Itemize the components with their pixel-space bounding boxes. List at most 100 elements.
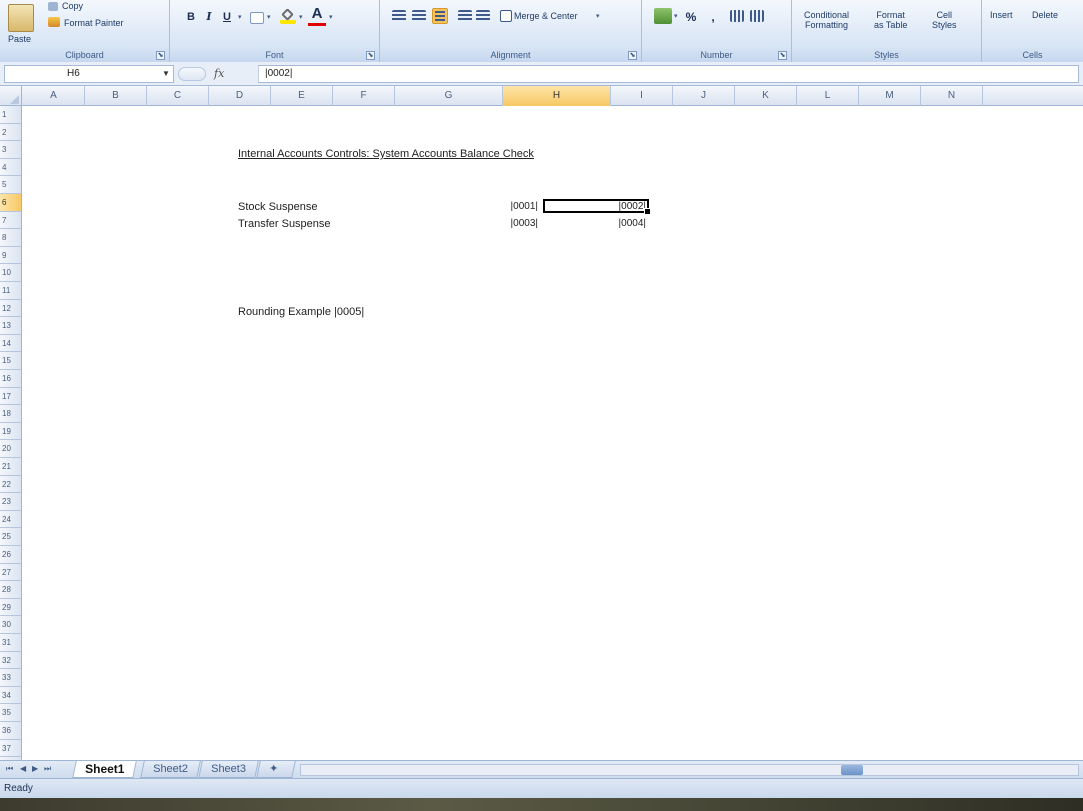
cell-c3-title[interactable]: Internal Accounts Controls: System Accou… [238,148,534,160]
row-header-24[interactable]: 24 [0,511,21,529]
formula-input[interactable]: |0002| [258,65,1079,83]
row-header-29[interactable]: 29 [0,599,21,617]
row-header-2[interactable]: 2 [0,124,21,142]
column-header-g[interactable]: G [395,86,503,106]
insert-sheet-button[interactable]: ✦ [256,761,296,778]
tab-sheet3[interactable]: Sheet3 [198,761,259,778]
row-header-19[interactable]: 19 [0,423,21,441]
font-launcher-icon[interactable]: ⬊ [366,51,375,60]
row-header-1[interactable]: 1 [0,106,21,124]
align-right-icon[interactable] [432,8,448,24]
row-header-20[interactable]: 20 [0,440,21,458]
row-header-8[interactable]: 8 [0,229,21,247]
column-header-i[interactable]: I [611,86,673,106]
column-header-j[interactable]: J [673,86,735,106]
prev-sheet-icon[interactable]: ◀ [20,764,26,773]
row-header-35[interactable]: 35 [0,704,21,722]
cell-h7[interactable]: |0004| [582,218,646,230]
row-header-7[interactable]: 7 [0,212,21,230]
column-header-f[interactable]: F [333,86,395,106]
row-header-26[interactable]: 26 [0,546,21,564]
horizontal-scroll-thumb[interactable] [841,765,863,775]
alignment-launcher-icon[interactable]: ⬊ [628,51,637,60]
row-header-12[interactable]: 12 [0,300,21,318]
active-cell-selection[interactable] [543,199,651,215]
column-header-b[interactable]: B [85,86,147,106]
tab-sheet1[interactable]: Sheet1 [72,761,138,778]
font-color-button[interactable]: A [308,6,326,26]
horizontal-scrollbar[interactable] [300,764,1079,776]
merge-dropdown-icon[interactable]: ▾ [596,12,600,20]
decrease-indent-icon[interactable] [458,10,472,22]
conditional-formatting-button[interactable]: Conditional Formatting [804,10,849,30]
cell-g7[interactable]: |0003| [476,218,538,230]
row-header-23[interactable]: 23 [0,493,21,511]
last-sheet-icon[interactable]: ⏭ [44,764,51,774]
row-header-36[interactable]: 36 [0,722,21,740]
column-header-a[interactable]: A [23,86,85,106]
row-header-30[interactable]: 30 [0,616,21,634]
format-as-table-button[interactable]: Format as Table [874,10,907,30]
paste-button[interactable]: Paste [8,34,31,44]
worksheet-grid[interactable]: Internal Accounts Controls: System Accou… [22,106,1083,760]
increase-decimal-icon[interactable] [730,10,744,22]
row-header-15[interactable]: 15 [0,352,21,370]
font-color-dropdown-icon[interactable]: ▾ [329,13,333,21]
format-painter-button[interactable]: Format Painter [64,18,124,28]
row-header-31[interactable]: 31 [0,634,21,652]
insert-function-icon[interactable]: fx [214,67,224,80]
row-header-14[interactable]: 14 [0,335,21,353]
row-header-13[interactable]: 13 [0,317,21,335]
row-header-10[interactable]: 10 [0,264,21,282]
first-sheet-icon[interactable]: ⏮ [6,764,13,774]
row-header-9[interactable]: 9 [0,247,21,265]
cell-g6[interactable]: |0001| [476,201,538,213]
copy-button[interactable]: Copy [62,1,83,11]
row-header-5[interactable]: 5 [0,176,21,194]
decrease-decimal-icon[interactable] [750,10,764,22]
italic-button[interactable]: I [200,8,218,26]
next-sheet-icon[interactable]: ▶ [32,764,38,773]
column-header-c[interactable]: C [147,86,209,106]
column-header-e[interactable]: E [271,86,333,106]
name-box[interactable]: H6 [4,65,174,83]
column-header-h[interactable]: H [503,86,611,106]
name-box-dropdown-icon[interactable]: ▼ [162,69,170,78]
merge-center-button[interactable]: Merge & Center [514,11,578,21]
borders-icon[interactable] [250,12,264,24]
row-header-34[interactable]: 34 [0,687,21,705]
bold-button[interactable]: B [182,8,200,26]
insert-button[interactable]: Insert [990,10,1013,20]
underline-dropdown-icon[interactable]: ▾ [238,13,242,21]
column-header-d[interactable]: D [209,86,271,106]
increase-indent-icon[interactable] [476,10,490,22]
align-left-icon[interactable] [392,10,406,22]
column-header-m[interactable]: M [859,86,921,106]
row-header-28[interactable]: 28 [0,581,21,599]
tab-sheet2[interactable]: Sheet2 [140,761,201,778]
formula-bar-splitter[interactable] [178,67,206,81]
column-header-k[interactable]: K [735,86,797,106]
row-header-11[interactable]: 11 [0,282,21,300]
cell-c6-label[interactable]: Stock Suspense [238,201,318,213]
row-header-6[interactable]: 6 [0,194,21,212]
row-header-21[interactable]: 21 [0,458,21,476]
row-header-4[interactable]: 4 [0,159,21,177]
row-header-25[interactable]: 25 [0,528,21,546]
row-header-22[interactable]: 22 [0,476,21,494]
row-header-17[interactable]: 17 [0,388,21,406]
underline-button[interactable]: U [218,8,236,26]
delete-button[interactable]: Delete [1032,10,1058,20]
fill-color-icon[interactable] [280,8,296,24]
cell-styles-button[interactable]: Cell Styles [932,10,957,30]
accounting-format-icon[interactable] [654,8,672,24]
row-header-18[interactable]: 18 [0,405,21,423]
clipboard-launcher-icon[interactable]: ⬊ [156,51,165,60]
cell-c7-label[interactable]: Transfer Suspense [238,218,331,230]
row-header-16[interactable]: 16 [0,370,21,388]
fill-color-dropdown-icon[interactable]: ▾ [299,13,303,21]
align-center-icon[interactable] [412,10,426,22]
row-header-32[interactable]: 32 [0,652,21,670]
borders-dropdown-icon[interactable]: ▾ [267,13,271,21]
row-header-37[interactable]: 37 [0,740,21,758]
